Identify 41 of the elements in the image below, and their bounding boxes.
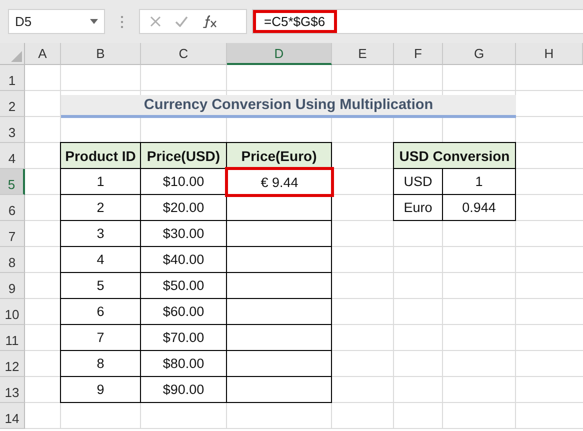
column-header[interactable]: A <box>25 43 61 65</box>
function-icon[interactable] <box>202 15 218 28</box>
formula-field[interactable]: =C5*$G$6 <box>252 9 583 34</box>
sheet-title: Currency Conversion Using Multiplication <box>61 95 516 118</box>
column-header[interactable]: F <box>394 43 443 65</box>
column-heading: Price(USD) <box>140 142 227 169</box>
table-cell[interactable]: € 9.44 <box>225 167 334 197</box>
row-header[interactable]: 5 <box>0 169 25 195</box>
column-heading: Price(Euro) <box>226 142 332 169</box>
row-header[interactable]: 14 <box>0 403 25 429</box>
cell-reference: D5 <box>15 14 32 29</box>
column-header[interactable]: D <box>227 43 332 65</box>
column-header[interactable]: H <box>516 43 583 65</box>
row-header[interactable]: 3 <box>0 117 25 143</box>
row-header[interactable]: 11 <box>0 325 25 351</box>
table-cell: 9 <box>60 376 141 403</box>
column-header[interactable]: G <box>443 43 516 65</box>
column-header[interactable]: E <box>332 43 394 65</box>
row-header[interactable]: 2 <box>0 91 25 117</box>
row-header[interactable]: 10 <box>0 299 25 325</box>
row-header[interactable]: 6 <box>0 195 25 221</box>
table-cell: 0.944 <box>442 194 516 221</box>
column-heading: Product ID <box>60 142 141 169</box>
formula-text: =C5*$G$6 <box>253 10 337 33</box>
select-all-icon[interactable] <box>11 51 22 62</box>
row-header[interactable]: 1 <box>0 65 25 91</box>
row-header[interactable]: 12 <box>0 351 25 377</box>
row-header[interactable]: 8 <box>0 247 25 273</box>
row-header[interactable]: 13 <box>0 377 25 403</box>
cancel-icon[interactable] <box>150 16 161 27</box>
column-header[interactable]: C <box>141 43 227 65</box>
name-box[interactable]: D5 <box>8 9 105 34</box>
row-header[interactable]: 7 <box>0 221 25 247</box>
column-header[interactable]: B <box>61 43 141 65</box>
column-heading: USD Conversion <box>393 142 516 169</box>
row-header[interactable]: 4 <box>0 143 25 169</box>
drag-handle-icon <box>121 16 123 28</box>
check-icon[interactable] <box>175 16 188 27</box>
row-header[interactable]: 9 <box>0 273 25 299</box>
caret-icon <box>90 19 98 24</box>
table-cell: Euro <box>393 194 443 221</box>
